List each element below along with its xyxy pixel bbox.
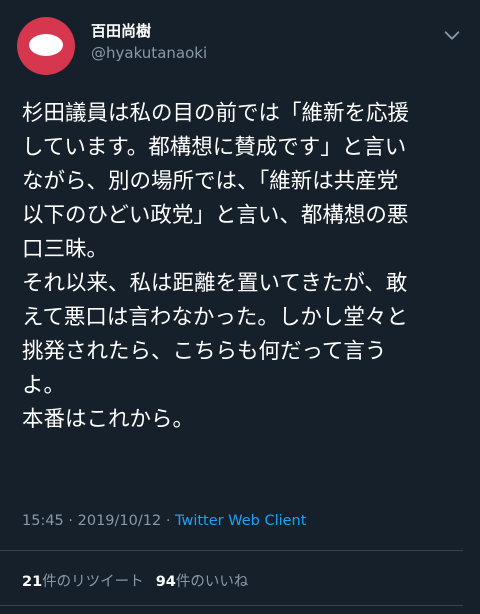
meta-separator: · [68,513,78,529]
likes-count: 94 [155,574,176,590]
retweets-label: 件のリツイート [42,574,144,590]
tweet-client-link[interactable]: Twitter Web Client [175,513,306,529]
tweet-meta: 15:45 · 2019/10/12 · Twitter Web Client [22,513,306,529]
meta-separator: · [165,513,176,529]
chevron-down-icon[interactable] [441,24,463,46]
tweet-time[interactable]: 15:45 [22,513,64,529]
tweet-text: 杉田議員は私の目の前では「維新を応援 しています。都構想に賛成です」と言い なが… [22,101,410,432]
divider [0,550,463,551]
tweet-header: 百田尚樹 @hyakutanaoki [0,0,480,90]
retweets-stat[interactable]: 21件のリツイート [22,574,144,590]
avatar-graphic [29,34,63,56]
likes-label: 件のいいね [175,574,249,590]
tweet-date[interactable]: 2019/10/12 [78,513,162,529]
likes-stat[interactable]: 94件のいいね [156,574,249,590]
avatar[interactable] [17,17,75,75]
author-handle[interactable]: @hyakutanaoki [91,44,207,62]
tweet-stats: 21件のリツイート 94件のいいね [22,570,248,591]
author-display-name[interactable]: 百田尚樹 [91,20,151,41]
divider [0,605,463,606]
retweets-count: 21 [22,574,43,590]
